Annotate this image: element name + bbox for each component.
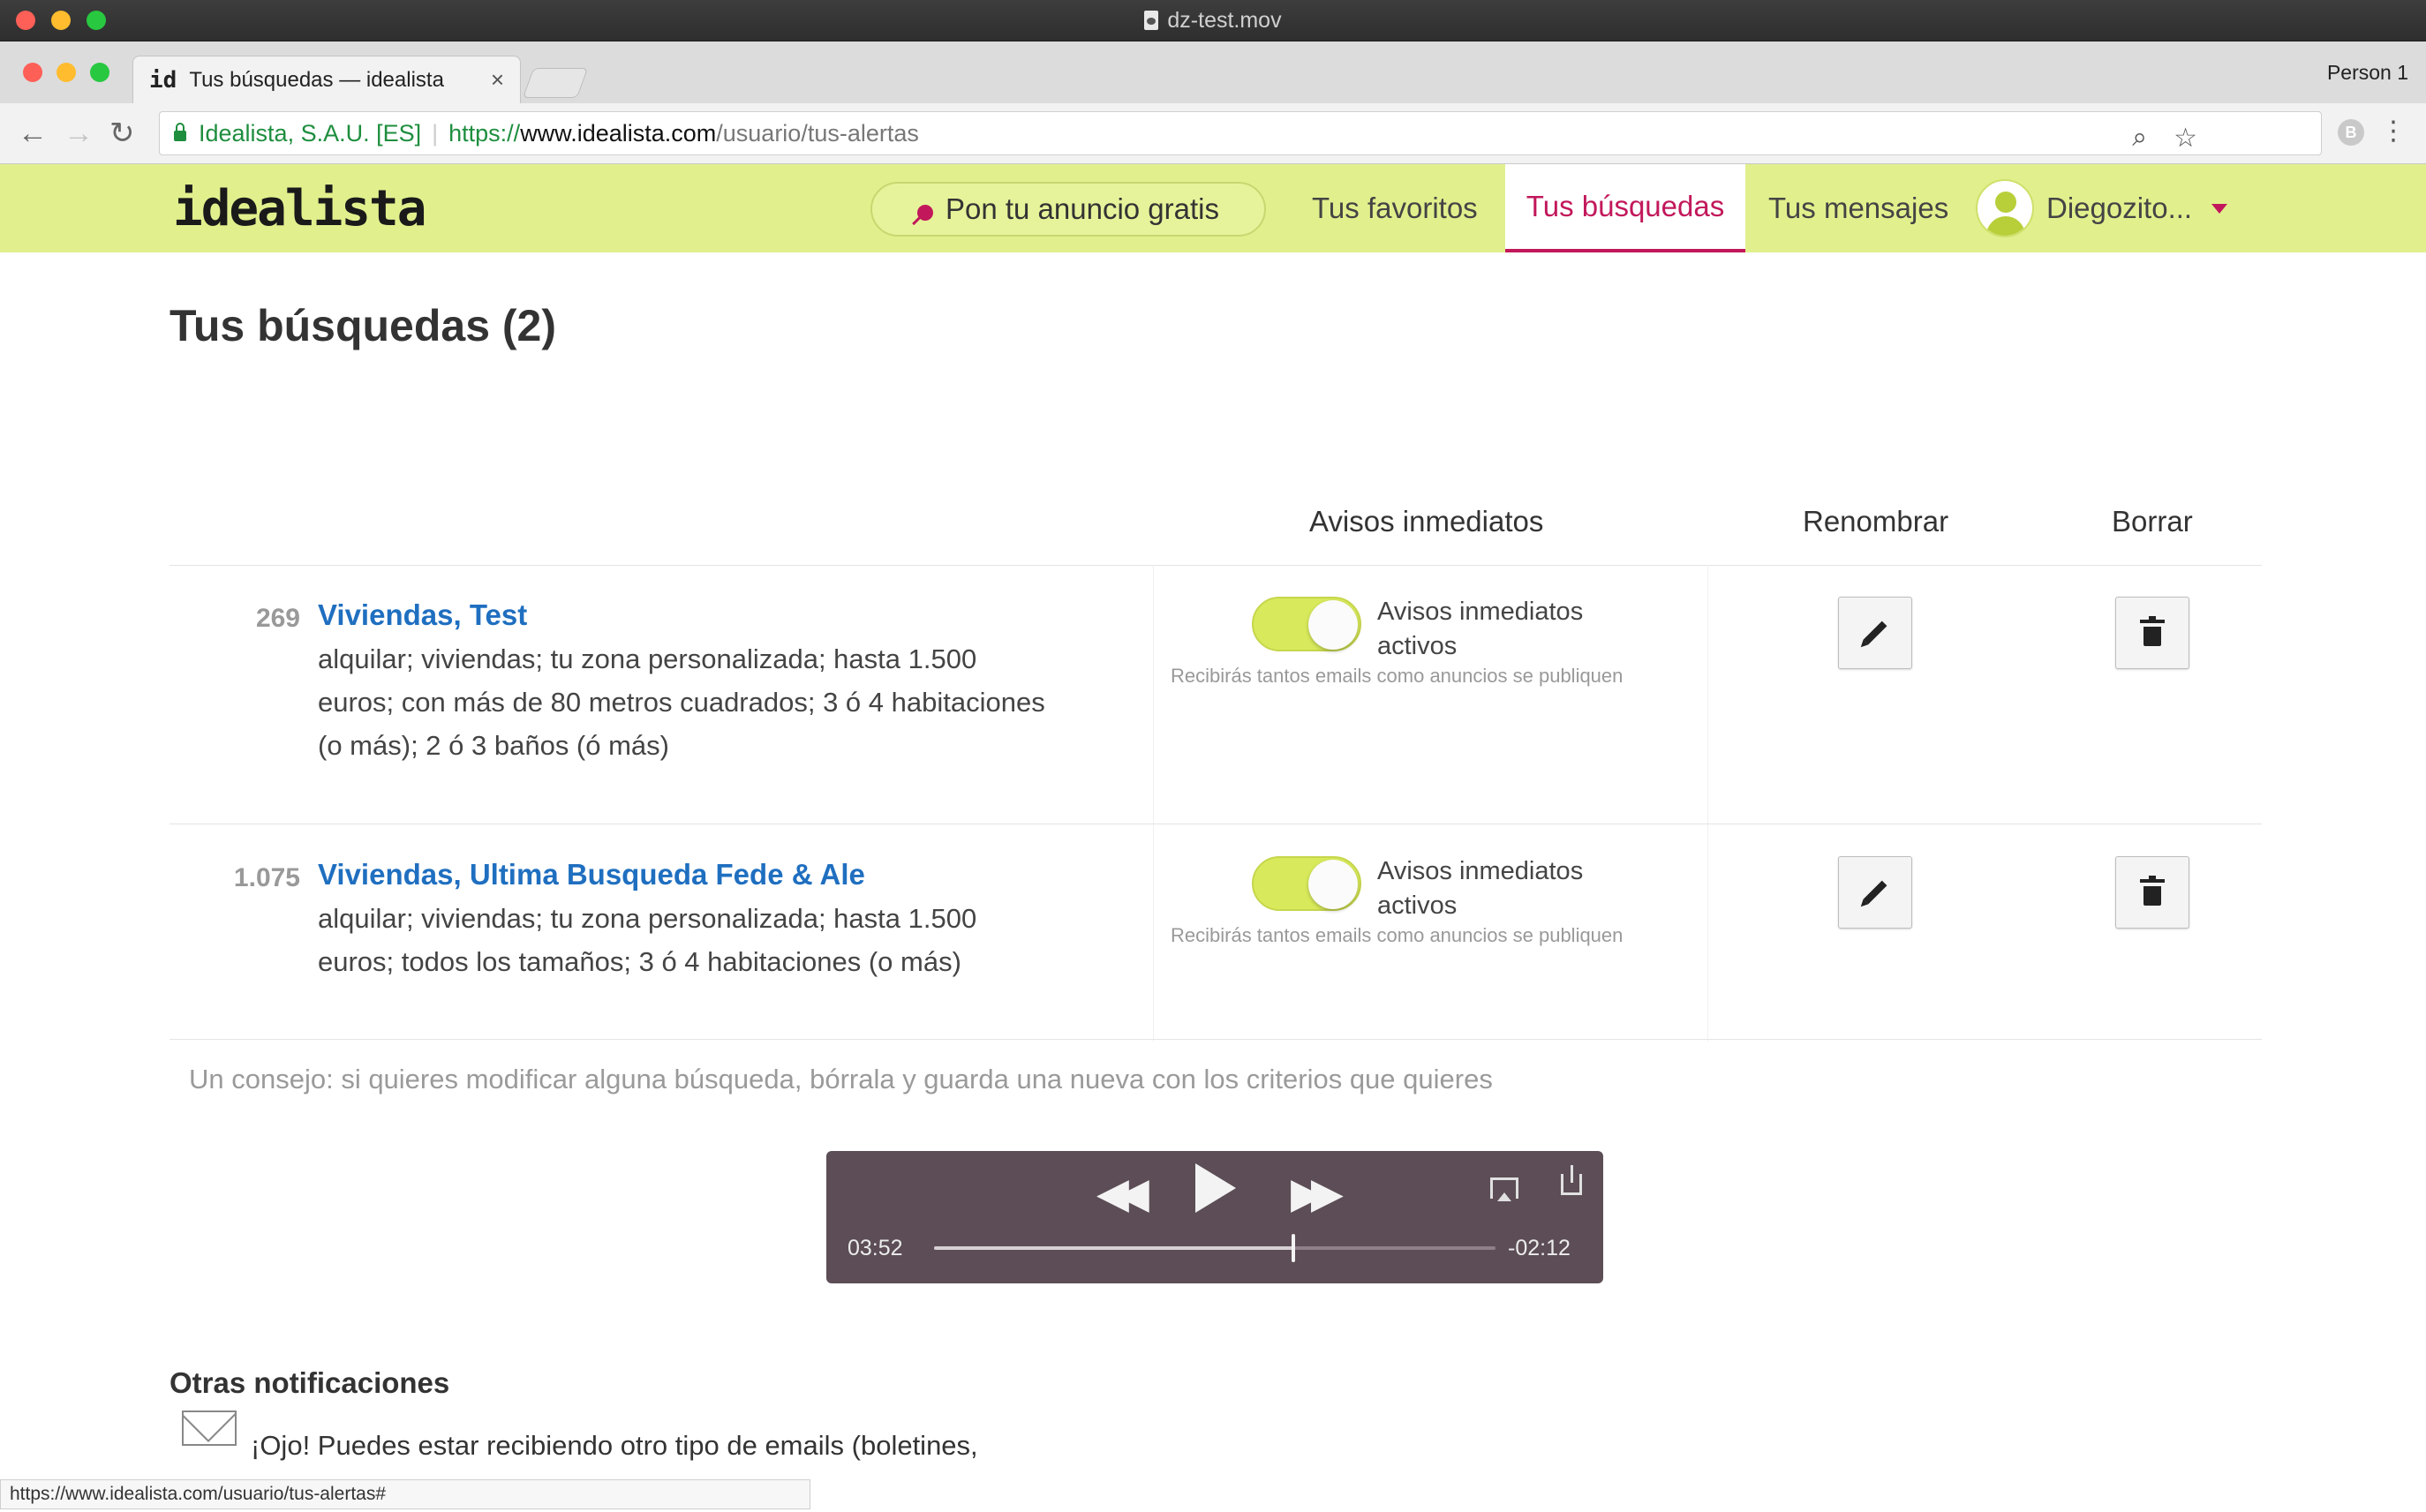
column-header-delete: Borrar	[2112, 505, 2193, 538]
search-criteria: alquilar; viviendas; tu zona personaliza…	[318, 903, 977, 977]
airplay-icon[interactable]	[1490, 1177, 1518, 1201]
tab-close-icon[interactable]: ×	[491, 66, 504, 94]
address-bar[interactable]: Idealista, S.A.U. [ES] | https://www.ide…	[159, 111, 2322, 155]
column-divider	[1153, 565, 1154, 1042]
reload-icon[interactable]: ↻	[109, 116, 135, 151]
delete-button[interactable]	[2115, 597, 2189, 669]
remaining-time: -02:12	[1508, 1236, 1571, 1260]
trash-icon	[2140, 616, 2165, 646]
other-notifications-text: ¡Ojo! Puedes estar recibiendo otro tipo …	[251, 1430, 978, 1461]
bookmark-star-icon[interactable]: ☆	[2174, 123, 2197, 154]
zoom-icon[interactable]: ⌕	[2132, 123, 2147, 154]
column-divider	[1707, 565, 1708, 1042]
tab-title: Tus búsquedas — idealista	[189, 67, 444, 92]
toggle-knob	[1308, 600, 1358, 650]
saved-search-link[interactable]: Viviendas, Ultima Busqueda Fede & Ale	[318, 858, 865, 891]
scrubber-progress	[934, 1246, 1294, 1250]
rename-button[interactable]	[1838, 856, 1912, 929]
toggle-knob	[1308, 860, 1358, 909]
forward-arrow-icon[interactable]: →	[64, 116, 94, 151]
avatar	[1976, 179, 2034, 237]
nav-messages[interactable]: Tus mensajes	[1768, 164, 1948, 252]
back-arrow-icon[interactable]: ←	[18, 116, 48, 151]
browser-menu-icon[interactable]: ⋮	[2380, 116, 2407, 147]
tip-text: Un consejo: si quieres modificar alguna …	[189, 1064, 1493, 1095]
window-title: dz-test.mov	[1167, 7, 1282, 33]
table-divider	[170, 1039, 2262, 1040]
column-header-alerts: Avisos inmediatos	[1309, 505, 1544, 538]
browser-toolbar: ← → ↻ Idealista, S.A.U. [ES] | https://w…	[0, 103, 2426, 164]
other-notifications-heading: Otras notificaciones	[170, 1366, 450, 1399]
column-header-rename: Renombrar	[1803, 505, 1949, 538]
table-divider	[170, 565, 2262, 566]
nav-favorites[interactable]: Tus favoritos	[1312, 164, 1478, 252]
pencil-icon	[1863, 880, 1887, 905]
movie-file-icon	[1144, 11, 1159, 30]
omnibox-separator: |	[432, 119, 439, 147]
toggle-label: Avisos inmediatos activos	[1377, 598, 1584, 660]
elapsed-time: 03:52	[848, 1236, 903, 1260]
window-titlebar: dz-test.mov	[0, 0, 2426, 41]
rename-button[interactable]	[1838, 597, 1912, 669]
nav-searches[interactable]: Tus búsquedas	[1505, 164, 1745, 252]
idealista-logo[interactable]: idealista	[173, 180, 426, 237]
url-scheme: https://	[448, 119, 521, 147]
browser-tab-strip: id Tus búsquedas — idealista × Person 1	[0, 41, 2426, 103]
browser-close-button[interactable]	[23, 63, 42, 82]
search-criteria: alquilar; viviendas; tu zona personaliza…	[318, 643, 1045, 761]
user-name: Diegozito...	[2046, 192, 2193, 224]
status-bar-url: https://www.idealista.com/usuario/tus-al…	[0, 1479, 810, 1509]
browser-minimize-button[interactable]	[57, 63, 76, 82]
pushpin-icon	[914, 201, 937, 224]
extension-icon[interactable]: B	[2338, 119, 2364, 146]
site-favicon-icon: id	[149, 66, 177, 94]
user-menu[interactable]: Diegozito...	[1976, 164, 2228, 252]
scrubber-handle[interactable]	[1292, 1234, 1296, 1262]
toggle-help: Recibirás tantos emails como anuncios se…	[1171, 924, 1624, 946]
share-icon[interactable]	[1561, 1165, 1582, 1195]
toggle-help: Recibirás tantos emails como anuncios se…	[1171, 665, 1624, 687]
saved-search-link[interactable]: Viviendas, Test	[318, 598, 527, 632]
browser-tab-active[interactable]: id Tus búsquedas — idealista ×	[132, 56, 521, 103]
site-header: idealista Pon tu anuncio gratis Tus favo…	[0, 164, 2426, 252]
secure-lock-icon	[174, 123, 186, 141]
scrubber-track[interactable]	[934, 1234, 1496, 1262]
envelope-icon	[182, 1410, 237, 1446]
chevron-down-icon	[2211, 203, 2228, 214]
browser-zoom-button[interactable]	[90, 63, 109, 82]
instant-alerts-toggle[interactable]	[1252, 856, 1361, 911]
site-identity: Idealista, S.A.U. [ES]	[199, 119, 422, 147]
pencil-icon	[1863, 621, 1887, 645]
trash-icon	[2140, 876, 2165, 906]
url-path: /usuario/tus-alertas	[716, 119, 919, 147]
result-count: 1.075	[233, 863, 300, 892]
post-ad-label: Pon tu anuncio gratis	[945, 192, 1220, 225]
profile-button[interactable]: Person 1	[2327, 61, 2408, 85]
toggle-label: Avisos inmediatos activos	[1377, 857, 1584, 920]
new-tab-button[interactable]	[522, 68, 589, 98]
video-controls: ◀◀ ▶▶ 03:52 -02:12	[826, 1151, 1603, 1283]
rewind-button[interactable]: ◀◀	[1096, 1169, 1149, 1218]
delete-button[interactable]	[2115, 856, 2189, 929]
fast-forward-button[interactable]: ▶▶	[1291, 1169, 1344, 1218]
play-button[interactable]	[1195, 1163, 1236, 1213]
post-ad-button[interactable]: Pon tu anuncio gratis	[870, 182, 1266, 237]
result-count: 269	[255, 604, 300, 633]
page-title: Tus búsquedas (2)	[170, 301, 557, 350]
instant-alerts-toggle[interactable]	[1252, 597, 1361, 651]
url-host: www.idealista.com	[520, 119, 717, 147]
